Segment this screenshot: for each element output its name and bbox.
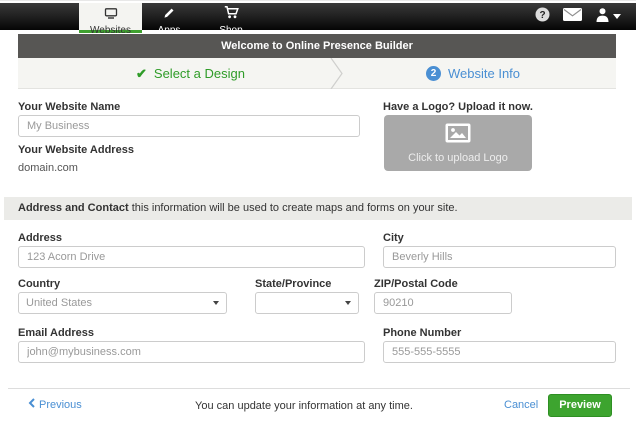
online-presence-builder-page: Websites Apps Shop ? Welcome to Online P… [0,0,636,430]
section-heading-bold: Address and Contact [18,202,129,214]
logo-upload-label: Click to upload Logo [408,151,508,164]
preview-button[interactable]: Preview [548,394,612,417]
state-select[interactable] [255,292,359,314]
section-heading-band: Address and Contact this information wil… [4,197,632,220]
tab-apps[interactable]: Apps [142,3,196,36]
welcome-title: Welcome to Online Presence Builder [221,40,413,52]
pencil-icon [163,6,175,24]
website-name-label: Your Website Name [18,101,121,113]
section-heading-rest: this information will be used to create … [128,202,458,214]
zip-input[interactable] [374,292,512,314]
tab-websites[interactable]: Websites [79,3,142,36]
tab-shop[interactable]: Shop [202,3,260,36]
city-label: City [383,232,404,244]
cancel-link[interactable]: Cancel [504,399,538,411]
step-bar: ✔ Select a Design 2 Website Info [18,57,616,90]
user-icon [595,7,610,27]
email-input[interactable] [18,341,365,363]
welcome-bar: Welcome to Online Presence Builder [18,34,616,58]
monitor-icon [104,6,118,24]
help-icon[interactable]: ? [535,7,550,27]
select-caret-icon [345,301,351,305]
state-label: State/Province [255,278,332,290]
check-icon: ✔ [136,65,147,81]
step-label: Select a Design [153,66,245,81]
logo-upload-button[interactable]: Click to upload Logo [384,115,532,171]
website-address-value: domain.com [18,162,78,174]
account-menu[interactable] [595,7,621,27]
chevron-down-icon [613,14,621,19]
step-number-badge: 2 [426,66,441,81]
step-label: Website Info [448,66,521,81]
logo-heading: Have a Logo? Upload it now. [383,101,533,113]
phone-input[interactable] [383,341,616,363]
zip-label: ZIP/Postal Code [374,278,458,290]
country-label: Country [18,278,61,290]
email-label: Email Address [18,327,95,339]
mail-icon[interactable] [563,7,582,26]
step-divider-chevron [330,57,343,94]
image-icon [445,123,471,148]
city-input[interactable] [383,246,616,268]
select-caret-icon [213,301,219,305]
step-select-a-design[interactable]: ✔ Select a Design [136,58,245,89]
footer-divider [8,388,630,389]
address-input[interactable] [18,246,365,268]
website-name-input[interactable] [18,115,360,137]
cancel-label: Cancel [504,399,539,411]
phone-label: Phone Number [383,327,462,339]
website-address-label: Your Website Address [18,144,134,156]
country-select-value: United States [26,297,93,309]
navbar-right-icons: ? [535,3,621,30]
country-select[interactable]: United States [18,292,227,314]
cart-icon [224,6,239,24]
address-label: Address [18,232,63,244]
svg-text:?: ? [539,10,545,21]
step-website-info[interactable]: 2 Website Info [426,58,520,89]
